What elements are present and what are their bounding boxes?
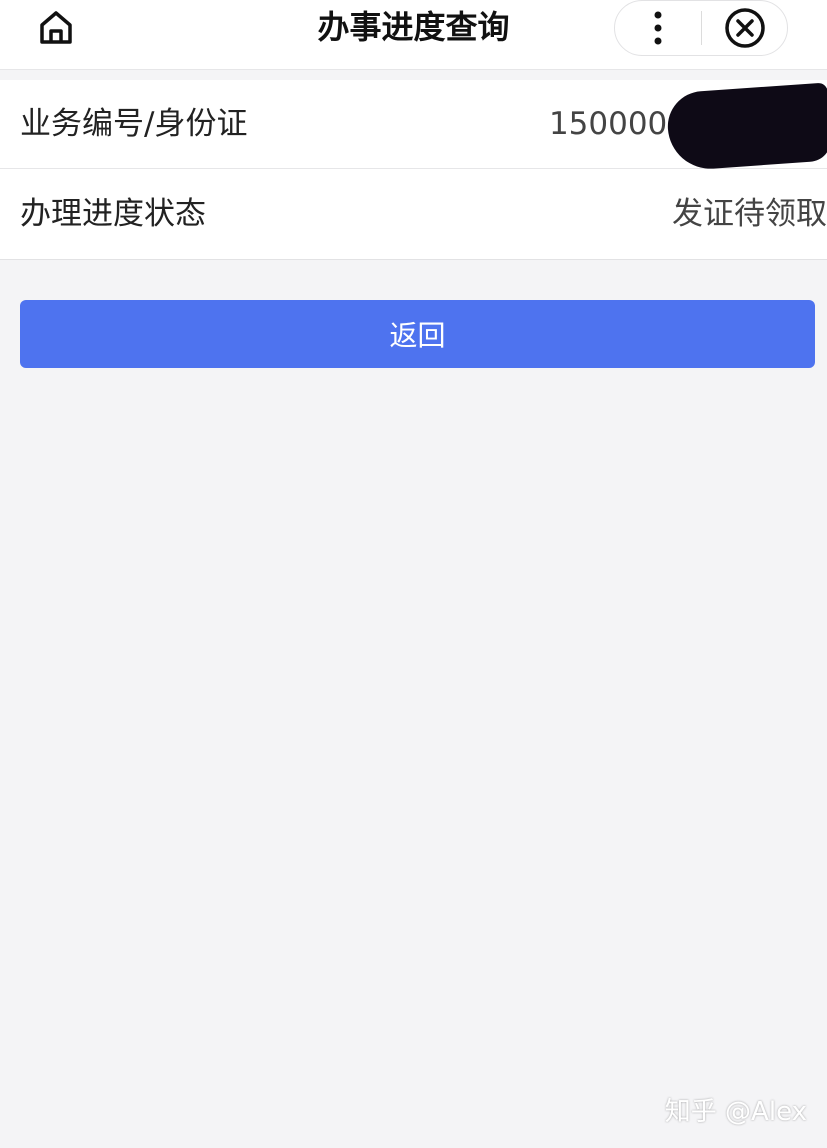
- business-id-value: 1500000: [548, 106, 687, 142]
- detail-card: 业务编号/身份证 1500000 办理进度状态 发证待领取: [0, 80, 827, 260]
- row-progress-status: 办理进度状态 发证待领取: [0, 170, 827, 259]
- home-icon: [40, 11, 72, 44]
- home-button[interactable]: [30, 4, 82, 50]
- capsule-menu: [614, 0, 788, 56]
- back-button[interactable]: 返回: [20, 300, 815, 368]
- watermark: 知乎 @Alex: [664, 1097, 807, 1127]
- more-vertical-icon: [654, 11, 662, 45]
- progress-status-value: 发证待领取: [672, 196, 827, 232]
- close-button[interactable]: [702, 1, 788, 55]
- more-button[interactable]: [615, 1, 701, 55]
- progress-status-label: 办理进度状态: [20, 196, 206, 232]
- navigation-bar: 办事进度查询: [0, 0, 827, 70]
- business-id-label: 业务编号/身份证: [20, 106, 248, 142]
- close-circle-icon: [725, 8, 765, 48]
- redaction-mark: [665, 82, 827, 172]
- row-business-id: 业务编号/身份证 1500000: [0, 80, 827, 172]
